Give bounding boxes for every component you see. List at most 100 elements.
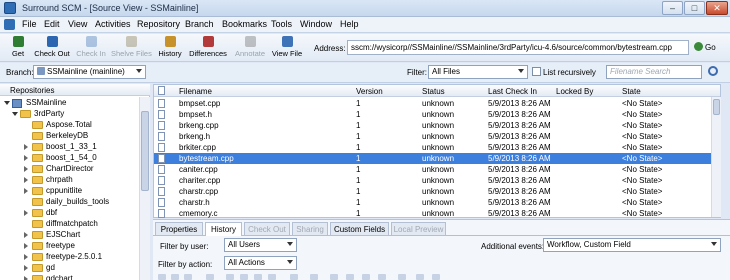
table-row[interactable]: brkeng.h 1 unknown 5/9/2013 8:26 AM <No Stat… [154, 131, 711, 142]
tab-check-out[interactable]: Check Out [244, 222, 290, 235]
additional-events-select[interactable]: Workflow, Custom Field [543, 238, 721, 252]
history-toolbar-icon[interactable] [362, 274, 370, 280]
table-row[interactable]: cmemory.c 1 unknown 5/9/2013 8:26 AM <No Sta… [154, 208, 711, 219]
history-toolbar-icon[interactable] [254, 274, 262, 280]
table-row[interactable]: charstr.h 1 unknown 5/9/2013 8:26 AM <No Sta… [154, 197, 711, 208]
tree-node[interactable]: gd [0, 263, 138, 274]
column-header-version[interactable]: Version [356, 87, 383, 96]
history-toolbar-icon[interactable] [240, 274, 248, 280]
toolbar-check-in-button[interactable]: Check In [74, 36, 108, 60]
table-row[interactable]: bytestream.cpp 1 unknown 5/9/2013 8:26 AM <N… [154, 153, 711, 164]
tree-node[interactable]: freetype-2.5.0.1 [0, 252, 138, 263]
history-toolbar-icon[interactable] [158, 274, 166, 280]
address-field[interactable]: sscm://wysicorp//SSMainline//SSMainline/… [347, 40, 689, 55]
collapsed-arrow-icon[interactable] [24, 188, 28, 194]
tab-custom-fields[interactable]: Custom Fields [330, 222, 389, 235]
go-button[interactable]: Go [694, 42, 716, 52]
history-toolbar-icon[interactable] [416, 274, 424, 280]
tree-node[interactable]: chrpath [0, 175, 138, 186]
collapsed-arrow-icon[interactable] [24, 254, 28, 260]
collapsed-arrow-icon[interactable] [24, 144, 28, 150]
collapsed-arrow-icon[interactable] [24, 166, 28, 172]
menu-bookmarks[interactable]: Bookmarks [222, 19, 267, 29]
history-toolbar-icon[interactable] [171, 274, 179, 280]
tree-node[interactable]: dbf [0, 208, 138, 219]
menu-repository[interactable]: Repository [137, 19, 180, 29]
toolbar-annotate-button[interactable]: Annotate [233, 36, 267, 60]
tree-node[interactable]: boost_1_33_1 [0, 142, 138, 153]
collapsed-arrow-icon[interactable] [24, 155, 28, 161]
table-row[interactable]: bmpset.cpp 1 unknown 5/9/2013 8:26 AM <No St… [154, 98, 711, 109]
table-row[interactable]: bmpset.h 1 unknown 5/9/2013 8:26 AM <No Stat… [154, 109, 711, 120]
column-header-status[interactable]: Status [422, 87, 445, 96]
scroll-thumb[interactable] [713, 99, 720, 115]
toolbar-check-out-button[interactable]: Check Out [33, 36, 71, 60]
menu-view[interactable]: View [68, 19, 87, 29]
tab-properties[interactable]: Properties [155, 222, 203, 235]
menu-branch[interactable]: Branch [185, 19, 214, 29]
collapsed-arrow-icon[interactable] [24, 232, 28, 238]
file-list-scrollbar[interactable] [711, 97, 721, 217]
history-toolbar-icon[interactable] [432, 274, 440, 280]
collapsed-arrow-icon[interactable] [24, 265, 28, 271]
toolbar-history-button[interactable]: History [155, 36, 185, 60]
history-toolbar-icon[interactable] [346, 274, 354, 280]
tree-node[interactable]: 3rdParty [0, 109, 138, 120]
tree-node[interactable]: cppunitlite [0, 186, 138, 197]
tab-history[interactable]: History [205, 222, 242, 236]
column-header-filename[interactable]: Filename [179, 87, 212, 96]
filename-search-input[interactable]: Filename Search [606, 65, 702, 79]
expanded-arrow-icon[interactable] [12, 112, 18, 116]
menu-activities[interactable]: Activities [95, 19, 131, 29]
menu-file[interactable]: File [22, 19, 37, 29]
expanded-arrow-icon[interactable] [4, 101, 10, 105]
minimize-button[interactable]: – [662, 1, 683, 15]
tree-node[interactable]: EJSChart [0, 230, 138, 241]
tree-node[interactable]: boost_1_54_0 [0, 153, 138, 164]
history-toolbar-icon[interactable] [184, 274, 192, 280]
column-header-locked-by[interactable]: Locked By [556, 87, 593, 96]
collapsed-arrow-icon[interactable] [24, 243, 28, 249]
history-toolbar-icon[interactable] [268, 274, 276, 280]
document-icon[interactable] [4, 19, 15, 30]
column-header-last-check-in[interactable]: Last Check In [488, 87, 537, 96]
history-toolbar-icon[interactable] [378, 274, 386, 280]
tab-local-preview[interactable]: Local Preview [391, 222, 446, 235]
history-toolbar-icon[interactable] [206, 274, 214, 280]
column-header-state[interactable]: State [622, 87, 641, 96]
history-toolbar-icon[interactable] [398, 274, 406, 280]
table-row[interactable]: caniter.cpp 1 unknown 5/9/2013 8:26 AM <No S… [154, 164, 711, 175]
menu-edit[interactable]: Edit [44, 19, 60, 29]
history-toolbar-icon[interactable] [290, 274, 298, 280]
table-row[interactable]: brkeng.cpp 1 unknown 5/9/2013 8:26 AM <No St… [154, 120, 711, 131]
filter-by-user-select[interactable]: All Users [224, 238, 297, 252]
collapsed-arrow-icon[interactable] [24, 276, 28, 280]
tree-node[interactable]: freetype [0, 241, 138, 252]
toolbar-shelve-files-button[interactable]: Shelve Files [111, 36, 152, 60]
tree-scrollbar[interactable] [139, 97, 150, 280]
list-recursively-checkbox[interactable] [532, 67, 541, 76]
tree-node[interactable]: diffmatchpatch [0, 219, 138, 230]
maximize-button[interactable]: □ [684, 1, 705, 15]
toolbar-get-button[interactable]: Get [8, 36, 28, 60]
toolbar-view-file-button[interactable]: View File [271, 36, 303, 60]
toolbar-differences-button[interactable]: Differences [189, 36, 227, 60]
tree-node[interactable]: BerkeleyDB [0, 131, 138, 142]
tree-node[interactable]: Aspose.Total [0, 120, 138, 131]
menu-tools[interactable]: Tools [271, 19, 292, 29]
filter-by-action-select[interactable]: All Actions [224, 256, 297, 270]
search-options-button[interactable] [706, 65, 724, 79]
collapsed-arrow-icon[interactable] [24, 177, 28, 183]
tree-node[interactable]: daily_builds_tools [0, 197, 138, 208]
history-toolbar-icon[interactable] [330, 274, 338, 280]
tab-sharing[interactable]: Sharing [292, 222, 328, 235]
history-toolbar-icon[interactable] [310, 274, 318, 280]
collapsed-arrow-icon[interactable] [24, 210, 28, 216]
branch-select[interactable]: SSMainline (mainline) [33, 65, 146, 79]
menu-help[interactable]: Help [340, 19, 359, 29]
history-toolbar-icon[interactable] [226, 274, 234, 280]
table-row[interactable]: charstr.cpp 1 unknown 5/9/2013 8:26 AM <No S… [154, 186, 711, 197]
menu-window[interactable]: Window [300, 19, 332, 29]
tree-node[interactable]: gdchart [0, 274, 138, 280]
table-row[interactable]: brkiter.cpp 1 unknown 5/9/2013 8:26 AM <No S… [154, 142, 711, 153]
